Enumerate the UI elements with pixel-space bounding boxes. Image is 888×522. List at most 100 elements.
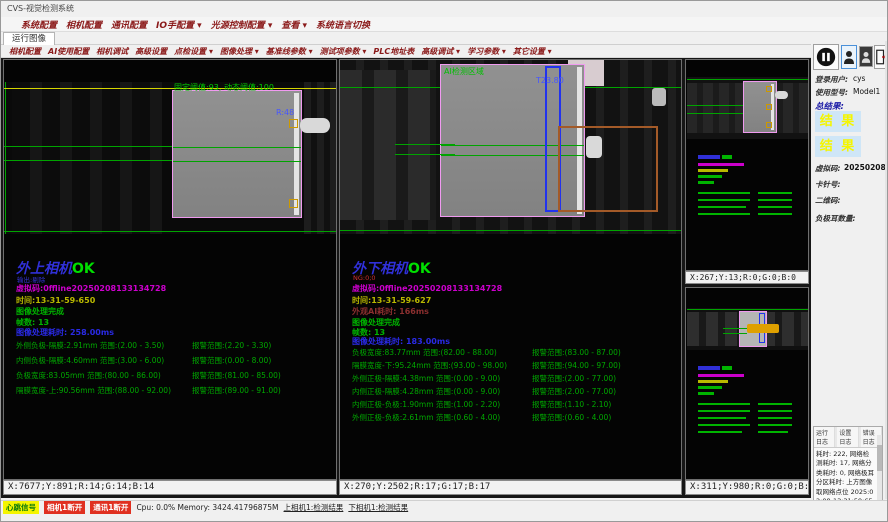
tool-camera-debug[interactable]: 相机调试	[96, 46, 128, 57]
tool-test-params[interactable]: 测试项参数 ▾	[320, 46, 367, 57]
small-camera-image-bottom[interactable]	[687, 308, 808, 350]
window-titlebar[interactable]: CVS-视觉检测系统	[1, 1, 888, 17]
measurement-value: 隔膜宽度-上:90.56mm 范围:(88.00 - 92.00)	[16, 385, 171, 396]
ai-time: 外观AI耗时: 166ms	[352, 306, 429, 317]
model-label: 使用型号:	[815, 87, 848, 98]
marker-overlay-text: R:48	[276, 108, 294, 117]
log-scrollbar[interactable]	[877, 435, 882, 505]
tool-image-processing[interactable]: 图像处理 ▾	[220, 46, 259, 57]
separator-tab-blob	[300, 118, 330, 133]
measurement-value: 外侧正极-负极:2.61mm 范围:(0.60 - 4.00)	[352, 412, 500, 423]
measurement-alarm: 报警范围:(89.00 - 91.00)	[192, 385, 281, 396]
measurement-value: 外侧正极-隔膜:4.38mm 范围:(0.00 - 9.00)	[352, 373, 500, 384]
app-window: CVS-视觉检测系统 C 系统配置 相机配置 通讯配置 IO手配置 ▾ 光源控制…	[0, 0, 888, 522]
tool-ai-config[interactable]: AI使用配置	[48, 46, 89, 57]
operator-button[interactable]	[859, 46, 873, 67]
measure-line	[687, 79, 808, 80]
tab-marker	[289, 199, 298, 208]
tab-run-image[interactable]: 运行图像	[3, 32, 55, 45]
heartbeat-badge: 心跳信号	[3, 501, 39, 514]
measure-line	[4, 231, 336, 232]
ai-region-label: AI检测区域	[444, 66, 484, 77]
menu-language-switch[interactable]: 系统语言切换	[316, 18, 370, 31]
user-icon	[843, 49, 855, 65]
virtual-barcode: 虚拟码:0ffline20250208133134728	[352, 283, 502, 294]
machine-background	[304, 82, 336, 234]
right-camera-view[interactable]: AI检测区域 T23.80 外下相机OK NG:0;0 虚拟码:0ffline2…	[339, 59, 682, 480]
tool-advanced-debug[interactable]: 高级调试 ▾	[421, 46, 460, 57]
output-note: NG:0;0	[353, 274, 376, 282]
measurement-value: 负极宽度:83.05mm 范围:(80.00 - 86.00)	[16, 370, 161, 381]
marker-overlay-text: T23.80	[536, 76, 564, 85]
result-ok-badge: OK	[72, 261, 95, 277]
process-time: 图像处理耗时: 258.00ms	[16, 327, 114, 338]
measurement-alarm: 报警范围:(0.00 - 8.00)	[192, 355, 271, 366]
bright-spot	[652, 88, 666, 106]
measure-line	[395, 154, 455, 155]
left-pixel-statusbar: X:7677;Y:891;R:14;G:14;B:14	[3, 480, 337, 495]
pause-icon	[816, 47, 836, 67]
measurement-alarm: 报警范围:(1.10 - 2.10)	[532, 399, 611, 410]
barcode-value: 20250208	[844, 163, 886, 172]
small-camera-view-top[interactable]	[685, 59, 809, 271]
tab-marker	[766, 122, 772, 128]
menu-io-config[interactable]: IO手配置 ▾	[156, 18, 202, 31]
camera-status-badge: 相机1断开	[44, 501, 85, 514]
baseline-overlay	[4, 88, 336, 89]
login-user-label: 登录用户:	[815, 74, 848, 85]
log-tab-run[interactable]: 运行日志	[814, 427, 835, 447]
tool-plc-address[interactable]: PLC地址表	[373, 46, 414, 57]
tool-baseline-params[interactable]: 基准线参数 ▾	[266, 46, 313, 57]
tab-blob	[586, 136, 602, 158]
tool-learning-params[interactable]: 学习参数 ▾	[467, 46, 506, 57]
menu-comm-config[interactable]: 通讯配置	[111, 18, 147, 31]
pause-button[interactable]	[813, 44, 839, 70]
small-bottom-pixel-statusbar: X:311;Y:980;R:0;G:0;B:0	[685, 480, 809, 495]
left-camera-view[interactable]: 固定阈值:93, 动态阈值:100 R:48 外上相机OK 输出:剔除 虚拟码:…	[3, 59, 337, 480]
measure-line	[4, 160, 174, 161]
measure-line	[687, 309, 808, 310]
menu-view[interactable]: 查看 ▾	[281, 18, 307, 31]
log-panel: 运行日志 设置日志 错误日志 耗时: 222, 网络检测耗时: 17, 网络分类…	[813, 426, 883, 506]
left-camera-image[interactable]: 固定阈值:93, 动态阈值:100 R:48	[4, 82, 336, 234]
measurement-value: 内侧负极-隔膜:4.60mm 范围:(3.00 - 6.00)	[16, 355, 164, 366]
measurement-value: 负极宽度:83.77mm 范围:(82.00 - 88.00)	[352, 347, 497, 358]
measure-line	[723, 333, 747, 334]
menu-camera-config[interactable]: 相机配置	[66, 18, 102, 31]
edge-line	[5, 82, 6, 234]
main-area: 固定阈值:93, 动态阈值:100 R:48 外上相机OK 输出:剔除 虚拟码:…	[1, 58, 811, 498]
separator-tab-blob	[775, 91, 788, 99]
menu-light-config[interactable]: 光源控制配置 ▾	[211, 18, 273, 31]
product-roi	[743, 81, 777, 133]
measurement-value: 外侧负极-隔膜:2.91mm 范围:(2.00 - 3.50)	[16, 340, 164, 351]
tool-camera-config[interactable]: 相机配置	[9, 46, 41, 57]
log-text: 耗时: 222, 网络检测耗时: 17, 网络分类耗时: 0, 网络极耳分区耗时…	[814, 448, 882, 506]
tool-spotcheck-settings[interactable]: 点检设置 ▾	[174, 46, 213, 57]
process-done-text: 图像处理完成	[16, 306, 64, 317]
measurement-value: 隔膜宽度-下:95.24mm 范围:(93.00 - 98.00)	[352, 360, 507, 371]
virtual-barcode: 虚拟码:0ffline20250208133134728	[16, 283, 166, 294]
measure-line	[687, 105, 745, 106]
machine-background	[340, 70, 436, 220]
measurement-alarm: 报警范围:(2.00 - 77.00)	[532, 373, 616, 384]
inspection-roi-box	[558, 126, 658, 212]
model-value: Model1	[853, 87, 880, 96]
tool-other-settings[interactable]: 其它设置 ▾	[513, 46, 552, 57]
measure-line	[173, 147, 301, 148]
right-camera-image[interactable]: AI检测区域 T23.80	[340, 60, 681, 234]
tool-bar: 相机配置 AI使用配置 相机调试 高级设置 点检设置 ▾ 图像处理 ▾ 基准线参…	[1, 45, 811, 58]
cpu-memory-status: Cpu: 0.0% Memory: 3424.41796875M	[136, 503, 278, 512]
small-camera-view-bottom[interactable]	[685, 287, 809, 480]
barcode-label: 虚拟码:	[815, 163, 841, 174]
right-sidebar: 登录用户: cys 使用型号: Model1 总结果: 结 果 结 果 虚拟码:…	[811, 41, 888, 499]
tool-advanced-settings[interactable]: 高级设置	[135, 46, 167, 57]
tab-count-label: 负极耳数量:	[815, 213, 856, 224]
login-user-value: cys	[853, 74, 865, 83]
small-camera-image-top[interactable]	[687, 77, 808, 139]
capture-time: 时间:13-31-59-650	[16, 295, 95, 306]
log-tab-settings[interactable]: 设置日志	[837, 427, 858, 447]
user-button[interactable]	[841, 45, 857, 69]
pin-number-label: 卡针号:	[815, 179, 841, 190]
menu-system-config[interactable]: 系统配置	[21, 18, 57, 31]
tab-marker	[289, 119, 298, 128]
